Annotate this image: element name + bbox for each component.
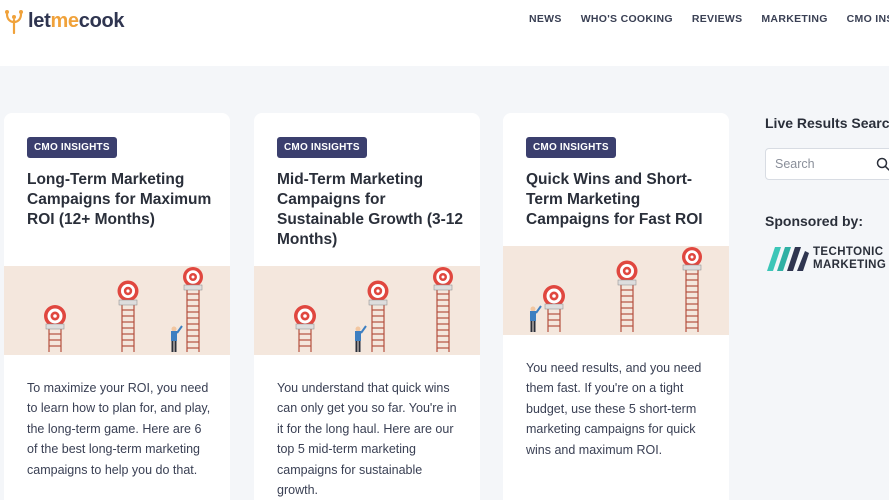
sponsor-name-line1: TECHTONIC [813,246,884,258]
article-title[interactable]: Long-Term Marketing Campaigns for Maximu… [27,170,217,230]
ladders-targets-illustration [44,267,203,352]
sponsor-name-line2: MARKETING [813,259,887,271]
sidebar: Live Results Search Sponsored by: TECHTO… [765,113,889,271]
nav-item-marketing[interactable]: MARKETING [761,13,827,25]
logo-wordmark: letmecook [28,9,125,32]
techtonic-logo-icon [767,247,809,271]
article-card[interactable]: CMO INSIGHTS Quick Wins and Short-Term M… [503,113,729,500]
sponsor-title: Sponsored by: [765,213,864,229]
nav-item-reviews[interactable]: REVIEWS [692,13,743,25]
category-badge[interactable]: CMO INSIGHTS [526,137,616,158]
sprout-icon [5,10,23,34]
article-title[interactable]: Mid-Term Marketing Campaigns for Sustain… [277,170,467,250]
search-input[interactable] [775,157,870,171]
short-ladder [48,328,62,352]
nav-item-cmo-insights[interactable]: CMO INSIGHTS [847,13,889,25]
article-excerpt: You need results, and you need them fast… [526,361,702,457]
category-badge[interactable]: CMO INSIGHTS [27,137,117,158]
nav-item-whos-cooking[interactable]: WHO'S COOKING [581,13,673,25]
tall-ladder [186,288,200,352]
sponsor-logo[interactable]: TECHTONIC MARKETING [765,245,886,273]
article-illustration[interactable] [4,266,230,355]
person-figure [355,325,367,352]
article-illustration[interactable] [503,246,729,335]
nav-item-news[interactable]: NEWS [529,13,562,25]
search-widget-title: Live Results Search [765,115,889,131]
article-illustration[interactable] [254,266,480,355]
article-card[interactable]: CMO INSIGHTS Long-Term Marketing Campaig… [4,113,230,500]
site-logo[interactable]: letmecook [4,8,125,34]
main-nav: NEWS WHO'S COOKING REVIEWS MARKETING CMO… [529,13,889,25]
site-header: letmecook NEWS WHO'S COOKING REVIEWS MAR… [0,0,889,66]
ladders-targets-illustration [294,267,453,352]
search-box[interactable] [765,148,889,180]
category-badge[interactable]: CMO INSIGHTS [277,137,367,158]
ladders-targets-illustration [530,247,702,332]
person-figure [171,325,183,352]
article-card[interactable]: CMO INSIGHTS Mid-Term Marketing Campaign… [254,113,480,500]
sponsor-name: TECHTONIC MARKETING [813,246,886,272]
article-title[interactable]: Quick Wins and Short-Term Marketing Camp… [526,170,716,230]
person-figure [530,305,542,332]
article-excerpt: To maximize your ROI, you need to learn … [27,381,211,477]
article-excerpt: You understand that quick wins can only … [277,381,457,498]
mid-ladder [121,304,135,352]
search-icon[interactable] [876,157,889,171]
